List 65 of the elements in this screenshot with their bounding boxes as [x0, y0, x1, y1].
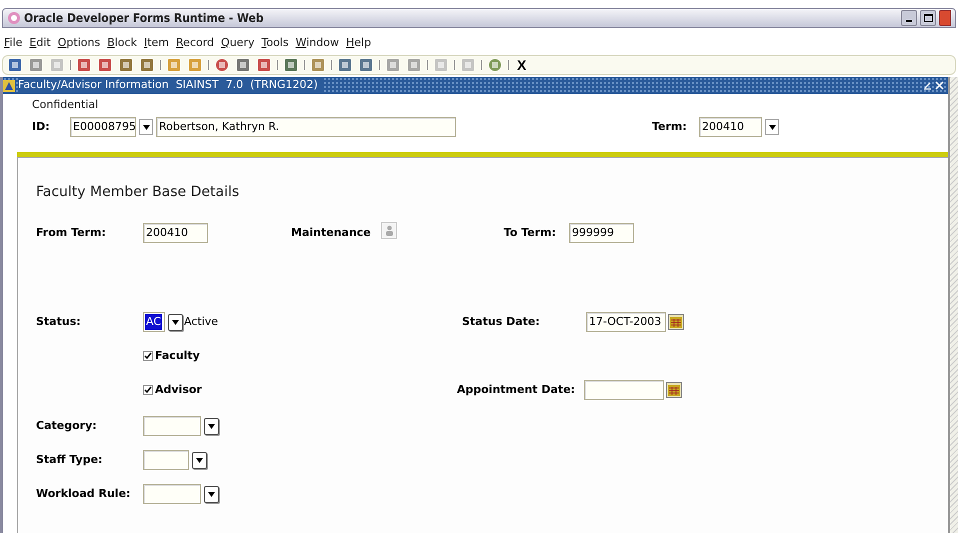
checkmark-icon — [144, 386, 152, 394]
confidential-label: Confidential — [32, 97, 100, 113]
checkbox[interactable]: Advisor — [143, 382, 202, 398]
dropdown-button[interactable] — [139, 119, 153, 135]
list-field[interactable] — [143, 484, 201, 504]
name-field[interactable]: Robertson, Kathryn R. — [156, 117, 456, 137]
from-term-field[interactable]: 200410 — [143, 223, 208, 243]
menu-item[interactable]: Block — [107, 34, 137, 52]
menu-item[interactable]: Query — [221, 34, 254, 52]
calendar-icon — [668, 384, 680, 396]
field-label: Workload Rule: — [36, 486, 132, 502]
checkbox[interactable]: Faculty — [143, 348, 200, 364]
caret-icon — [768, 124, 776, 130]
caret-icon — [208, 492, 215, 496]
menu-item[interactable]: Item — [144, 34, 170, 52]
section-heading: Faculty Member Base Details — [36, 183, 240, 202]
to-term-field[interactable]: 999999 — [569, 223, 634, 243]
caret-icon — [172, 320, 179, 324]
app-icon — [7, 11, 21, 25]
list-field[interactable] — [143, 450, 189, 470]
field-label: To Term: — [502, 224, 557, 241]
appointment-date-field[interactable] — [584, 380, 664, 400]
window-title: Oracle Developer Forms Runtime - Web — [24, 10, 264, 27]
field-label: From Term: — [36, 224, 107, 241]
checkmark-icon — [144, 352, 152, 360]
status-date-field[interactable]: 17-OCT-2003 — [586, 312, 666, 332]
caret-icon — [196, 458, 203, 462]
maximize-button[interactable] — [920, 10, 936, 26]
minimize-button[interactable] — [901, 10, 917, 26]
list-field[interactable] — [143, 416, 201, 436]
close-icon[interactable] — [935, 81, 944, 90]
caret-icon — [142, 124, 150, 130]
term-field[interactable]: 200410 — [699, 117, 762, 137]
id-label: ID: — [32, 118, 51, 135]
dropdown-button[interactable] — [204, 418, 219, 434]
menu-item[interactable]: Edit — [29, 34, 51, 52]
caret-icon — [208, 424, 215, 428]
calendar-button[interactable] — [668, 314, 684, 330]
field-label: Staff Type: — [36, 452, 104, 468]
calendar-icon — [670, 316, 682, 328]
dropdown-button[interactable] — [765, 119, 779, 135]
minimize-icon[interactable] — [923, 81, 932, 90]
term-label: Term: — [652, 118, 688, 135]
form-title: Faculty/Advisor Information SIAINST 7.0 (TRNG1202) — [18, 77, 322, 94]
calendar-button[interactable] — [666, 382, 682, 398]
field-label: Appointment Date: — [456, 382, 576, 398]
id-field[interactable]: E00008795 — [70, 117, 136, 137]
status-field[interactable]: AC — [143, 312, 165, 332]
menu-item[interactable]: Tools — [261, 34, 289, 52]
field-label: Category: — [36, 418, 98, 434]
menu-item[interactable]: File — [4, 34, 22, 52]
menu-item[interactable]: Window — [296, 34, 339, 52]
exit-button[interactable]: X — [514, 54, 530, 76]
field-label: Status Date: — [462, 314, 541, 330]
field-label: Maintenance — [291, 224, 372, 241]
maintenance-button[interactable] — [381, 222, 397, 238]
dropdown-button[interactable] — [204, 486, 219, 502]
dropdown-button[interactable] — [168, 314, 183, 330]
menu-item[interactable]: Help — [346, 34, 372, 52]
menu-item[interactable]: Record — [176, 34, 214, 52]
person-icon — [384, 224, 394, 236]
dropdown-button[interactable] — [192, 452, 207, 468]
status-description: Active — [184, 314, 220, 330]
field-label: Status: — [36, 314, 82, 330]
menu-item[interactable]: Options — [58, 34, 100, 52]
